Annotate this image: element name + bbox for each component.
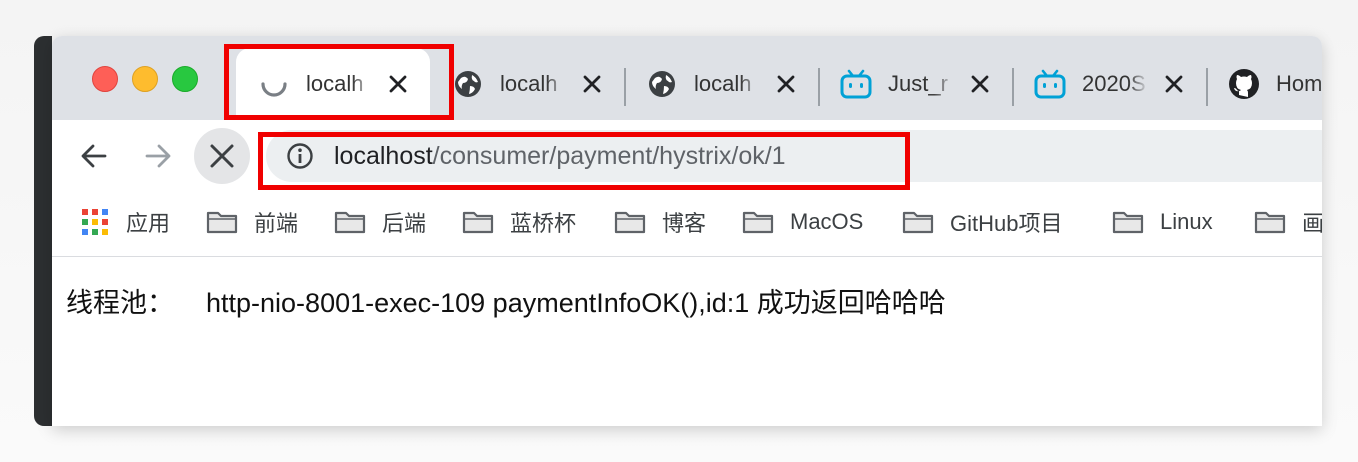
- minimize-window-button[interactable]: [132, 66, 158, 92]
- tab-title: Just_r: [888, 71, 948, 96]
- tab-localhost-2[interactable]: localh: [430, 48, 624, 120]
- tab-title: localh: [694, 71, 752, 96]
- bookmark-label: 博客: [662, 211, 707, 236]
- stop-loading-button[interactable]: [194, 128, 250, 184]
- folder-icon: [462, 211, 494, 234]
- bookmark-folder[interactable]: GitHub项目: [902, 206, 1062, 238]
- bookmark-label: GitHub项目: [950, 211, 1063, 236]
- folder-icon: [1112, 211, 1144, 234]
- tab-localhost-active[interactable]: localh: [236, 48, 430, 120]
- tab-localhost-3[interactable]: localh: [624, 48, 818, 120]
- address-bar[interactable]: localhost/consumer/payment/hystrix/ok/1: [266, 130, 1322, 182]
- thread-pool-label: 线程池：: [66, 288, 174, 318]
- tab-title: Hom: [1276, 71, 1322, 96]
- bookmark-folder[interactable]: MacOS: [742, 206, 863, 238]
- bookmark-label: 后端: [382, 211, 427, 236]
- globe-icon: [452, 68, 484, 100]
- loading-spinner-icon: [258, 68, 290, 100]
- bookmark-folder[interactable]: 后端: [334, 206, 426, 238]
- response-message: http-nio-8001-exec-109 paymentInfoOK(),i…: [206, 288, 946, 318]
- browser-window: localh localh localh Just_r 2020S Hom lo…: [52, 36, 1322, 426]
- folder-icon: [742, 211, 774, 234]
- back-arrow-icon: [81, 144, 107, 168]
- back-button[interactable]: [72, 134, 116, 178]
- close-window-button[interactable]: [92, 66, 118, 92]
- folder-icon: [1254, 211, 1286, 234]
- tab-2020s[interactable]: 2020S: [1012, 48, 1206, 120]
- bookmark-label: 蓝桥杯: [510, 211, 577, 236]
- navigation-toolbar: localhost/consumer/payment/hystrix/ok/1: [52, 120, 1322, 192]
- github-icon: [1228, 68, 1260, 100]
- close-tab-icon[interactable]: [580, 72, 604, 96]
- close-tab-icon[interactable]: [774, 72, 798, 96]
- apps-grid-icon: [82, 209, 108, 235]
- page-content: 线程池： http-nio-8001-exec-109 paymentInfoOK…: [52, 257, 1322, 426]
- globe-icon: [646, 68, 678, 100]
- stop-x-icon: [210, 144, 234, 168]
- close-tab-icon[interactable]: [1162, 72, 1186, 96]
- tab-home-github[interactable]: Hom: [1206, 48, 1322, 120]
- site-info-icon[interactable]: [286, 142, 314, 170]
- folder-icon: [614, 211, 646, 234]
- bookmark-label: 前端: [254, 211, 299, 236]
- tab-title: localh: [306, 71, 364, 96]
- bilibili-icon: [1034, 68, 1066, 100]
- tab-strip: localh localh localh Just_r 2020S Hom: [52, 36, 1322, 120]
- bookmark-folder[interactable]: Linux: [1112, 206, 1213, 238]
- folder-icon: [334, 211, 366, 234]
- url-text[interactable]: localhost/consumer/payment/hystrix/ok/1: [334, 142, 786, 171]
- bookmark-folder[interactable]: 前端: [206, 206, 298, 238]
- bookmark-label: 画: [1302, 211, 1322, 236]
- forward-button[interactable]: [136, 134, 180, 178]
- folder-icon: [206, 211, 238, 234]
- bookmark-label: Linux: [1160, 209, 1213, 234]
- forward-arrow-icon: [145, 144, 171, 168]
- bookmark-folder[interactable]: 博客: [614, 206, 706, 238]
- bookmark-label: 应用: [126, 211, 171, 236]
- folder-icon: [902, 211, 934, 234]
- tab-title: 2020S: [1082, 71, 1146, 96]
- bookmarks-bar: 应用 前端 后端 蓝桥杯 博客 MacOS GitHub项目 Linux 画: [52, 192, 1322, 257]
- tab-title: localh: [500, 71, 558, 96]
- background-window-edge: [34, 36, 52, 426]
- bilibili-icon: [840, 68, 872, 100]
- url-path: /consumer/payment/hystrix/ok/1: [432, 142, 786, 170]
- close-tab-icon[interactable]: [386, 72, 410, 96]
- zoom-window-button[interactable]: [172, 66, 198, 92]
- bookmark-label: MacOS: [790, 209, 864, 234]
- url-host: localhost: [334, 142, 433, 170]
- tab-just-r[interactable]: Just_r: [818, 48, 1012, 120]
- response-text: 线程池： http-nio-8001-exec-109 paymentInfoOK…: [66, 281, 946, 320]
- bookmark-apps[interactable]: 应用: [80, 206, 170, 238]
- close-tab-icon[interactable]: [968, 72, 992, 96]
- bookmark-folder[interactable]: 蓝桥杯: [462, 206, 576, 238]
- bookmark-folder[interactable]: 画: [1254, 206, 1322, 238]
